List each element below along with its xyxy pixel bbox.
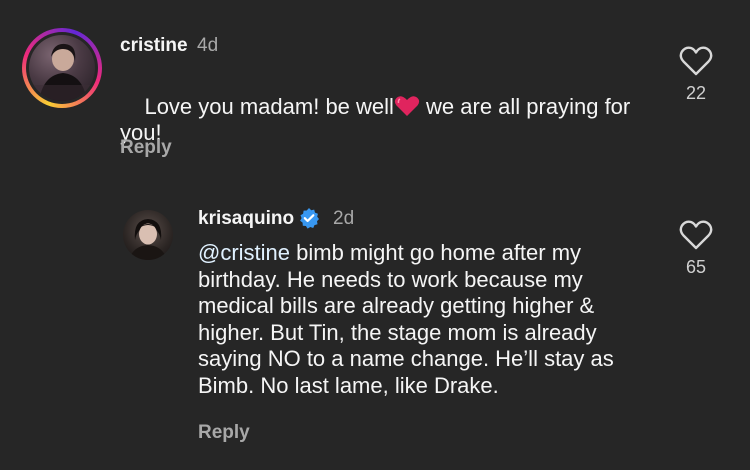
reply-button[interactable]: Reply (198, 422, 250, 444)
heart-icon[interactable] (679, 219, 713, 251)
verified-badge-icon (298, 207, 320, 229)
reply-line: Bimb. No last lame, like Drake. (198, 372, 499, 398)
like-count: 65 (685, 257, 707, 277)
reply-line: saying NO to a name change. He’ll stay a… (198, 346, 614, 371)
reply-line: medical bills are already getting higher… (198, 293, 595, 318)
avatar[interactable] (123, 210, 173, 260)
mention-link[interactable]: @cristine (198, 240, 290, 265)
reply-text: @cristine bimb might go home after my bir… (198, 240, 658, 399)
reply-line: bimb might go home after my (290, 240, 582, 265)
reply-line: higher. But Tin, the stage mom is alread… (198, 319, 597, 345)
reply-username[interactable]: krisaquino (198, 208, 294, 230)
reply-item: krisaquino 2d @cristine bimb might go ho… (0, 0, 750, 470)
reply-line: birthday. He needs to work because my (198, 266, 583, 292)
reply-timestamp: 2d (333, 208, 355, 229)
